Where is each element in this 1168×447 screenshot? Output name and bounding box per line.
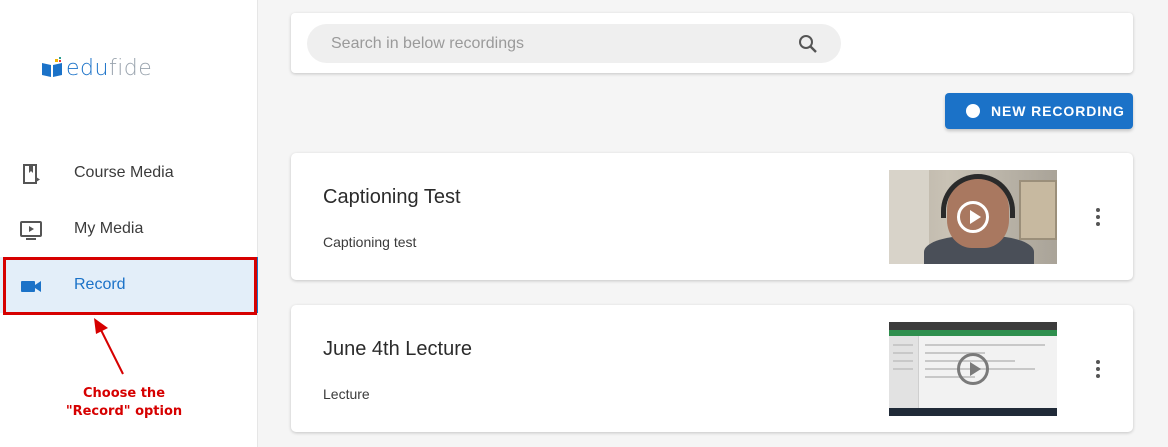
recording-thumbnail[interactable] <box>889 322 1057 416</box>
recording-card: June 4th Lecture Lecture <box>291 305 1133 432</box>
recording-description: Captioning test <box>323 234 417 250</box>
annotation-text: Choose the "Record" option <box>65 386 183 419</box>
recording-title[interactable]: Captioning Test <box>323 186 461 209</box>
book-media-icon <box>23 164 40 184</box>
play-icon[interactable] <box>957 353 989 385</box>
recording-title[interactable]: June 4th Lecture <box>323 338 472 361</box>
more-options-icon[interactable] <box>1090 358 1106 380</box>
search-input[interactable] <box>331 24 781 63</box>
record-dot-icon <box>966 104 980 118</box>
annotation-arrow <box>94 318 124 375</box>
logo-wordmark: edufide <box>66 56 153 81</box>
edufide-logo[interactable]: edufide <box>40 56 152 81</box>
sidebar-item-my-media[interactable]: My Media <box>0 201 258 257</box>
recording-description: Lecture <box>323 386 370 402</box>
sidebar-item-label: My Media <box>74 220 144 237</box>
recording-thumbnail[interactable] <box>889 170 1057 264</box>
book-logo-icon <box>42 56 62 77</box>
search-bar <box>307 24 841 63</box>
sidebar-item-label: Record <box>74 276 126 293</box>
search-card <box>291 13 1133 73</box>
video-camera-icon <box>21 281 41 292</box>
sidebar-item-label: Course Media <box>74 164 174 181</box>
recording-card: Captioning Test Captioning test <box>291 153 1133 280</box>
search-icon[interactable] <box>797 33 819 55</box>
more-options-icon[interactable] <box>1090 206 1106 228</box>
new-recording-button[interactable]: NEW RECORDING <box>945 93 1133 129</box>
new-recording-label: NEW RECORDING <box>991 103 1125 119</box>
play-icon[interactable] <box>957 201 989 233</box>
play-screen-icon <box>20 221 42 240</box>
sidebar-item-course-media[interactable]: Course Media <box>0 145 258 201</box>
sidebar-item-record[interactable]: Record <box>0 257 258 313</box>
